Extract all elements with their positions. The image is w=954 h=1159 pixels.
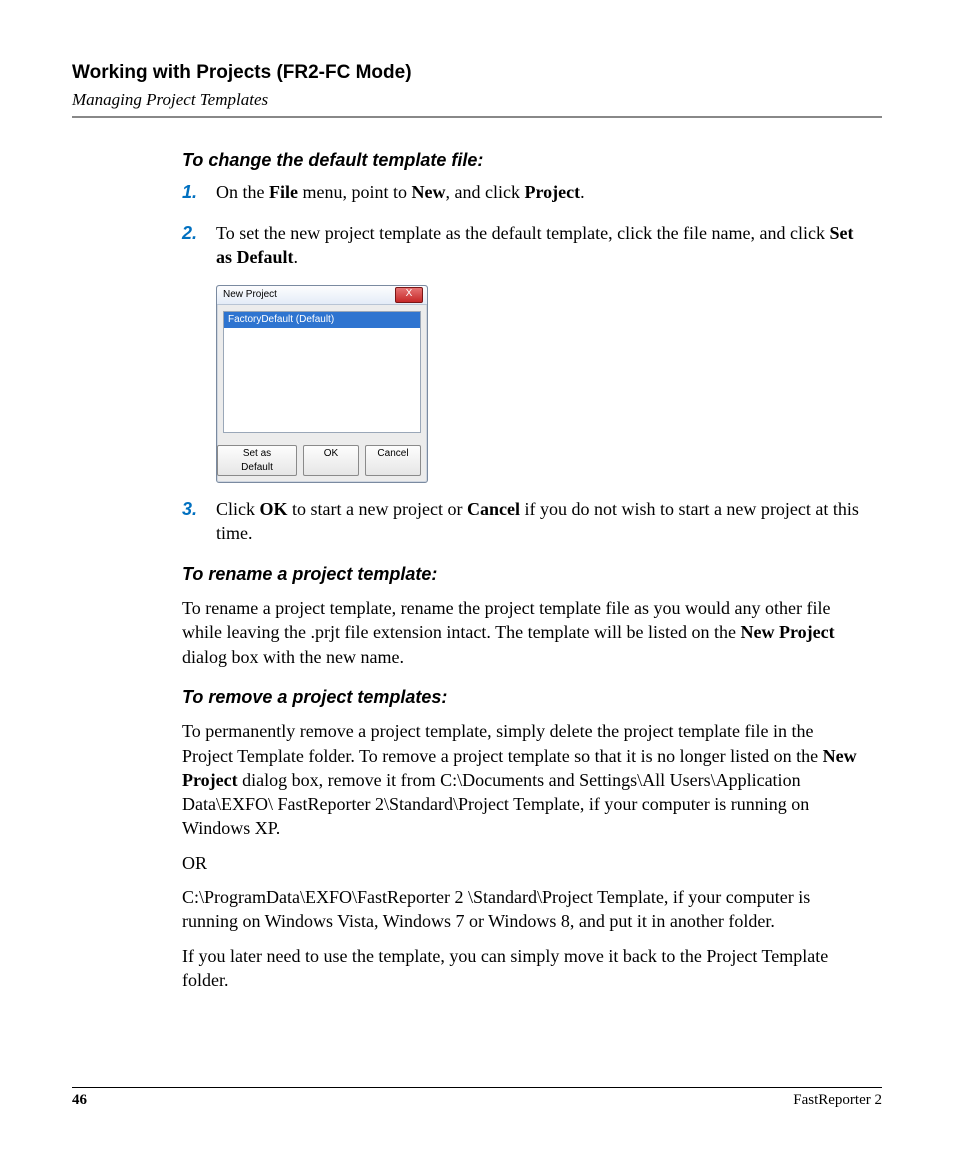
product-name: FastReporter 2 xyxy=(793,1092,882,1109)
page-number: 46 xyxy=(72,1092,87,1109)
steps-list-change-default: 1. On the File menu, point to New, and c… xyxy=(182,180,864,269)
section-subheading: Managing Project Templates xyxy=(72,90,882,110)
header-rule xyxy=(72,116,882,118)
step-1: 1. On the File menu, point to New, and c… xyxy=(182,180,864,204)
footer-rule xyxy=(72,1087,882,1088)
step-number: 2. xyxy=(182,221,197,245)
set-as-default-button[interactable]: Set as Default xyxy=(217,445,297,476)
template-list-item-selected[interactable]: FactoryDefault (Default) xyxy=(224,312,420,328)
page-footer: 46 FastReporter 2 xyxy=(72,1087,882,1109)
heading-remove: To remove a project templates: xyxy=(182,685,864,709)
remove-or: OR xyxy=(182,851,864,875)
dialog-title: New Project xyxy=(223,288,277,302)
remove-paragraph-1: To permanently remove a project template… xyxy=(182,719,864,840)
chapter-title: Working with Projects (FR2-FC Mode) xyxy=(72,62,882,84)
remove-paragraph-2: C:\ProgramData\EXFO\FastReporter 2 \Stan… xyxy=(182,885,864,934)
dialog-screenshot: New Project X FactoryDefault (Default) S… xyxy=(216,285,864,483)
step-number: 3. xyxy=(182,497,197,521)
template-listbox[interactable]: FactoryDefault (Default) xyxy=(223,311,421,433)
page-content: To change the default template file: 1. … xyxy=(182,148,864,992)
remove-paragraph-3: If you later need to use the template, y… xyxy=(182,944,864,993)
heading-change-default: To change the default template file: xyxy=(182,148,864,172)
ok-button[interactable]: OK xyxy=(303,445,359,476)
close-icon[interactable]: X xyxy=(395,287,423,303)
step-text: To set the new project template as the d… xyxy=(216,223,854,267)
heading-rename: To rename a project template: xyxy=(182,562,864,586)
step-text: Click OK to start a new project or Cance… xyxy=(216,499,859,543)
step-number: 1. xyxy=(182,180,197,204)
new-project-dialog: New Project X FactoryDefault (Default) S… xyxy=(216,285,428,483)
rename-paragraph: To rename a project template, rename the… xyxy=(182,596,864,669)
step-text: On the File menu, point to New, and clic… xyxy=(216,182,585,202)
cancel-button[interactable]: Cancel xyxy=(365,445,421,476)
dialog-titlebar: New Project X xyxy=(217,286,427,305)
step-2: 2. To set the new project template as th… xyxy=(182,221,864,270)
step-3: 3. Click OK to start a new project or Ca… xyxy=(182,497,864,546)
steps-list-change-default-cont: 3. Click OK to start a new project or Ca… xyxy=(182,497,864,546)
